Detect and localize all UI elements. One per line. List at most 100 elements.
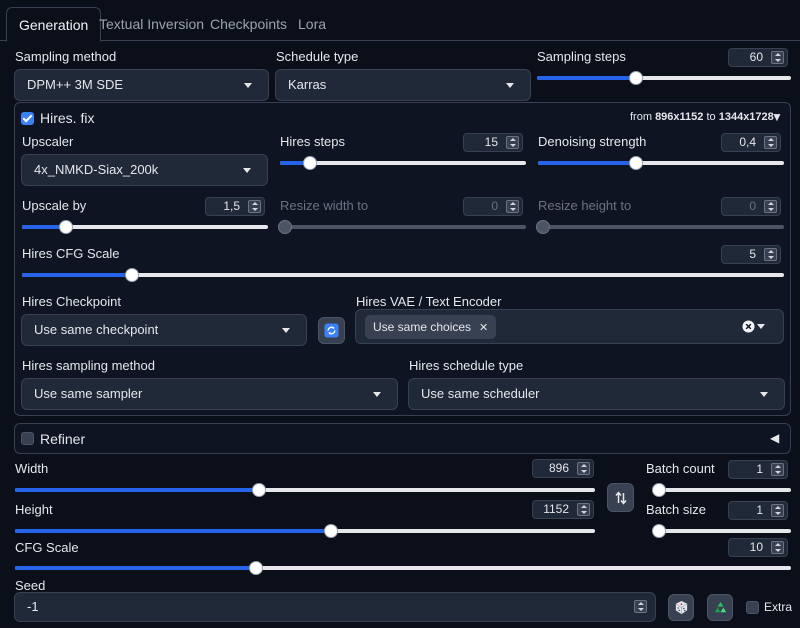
sampling-steps-slider[interactable] xyxy=(537,71,791,85)
random-seed-button[interactable] xyxy=(668,594,694,621)
slider-thumb[interactable] xyxy=(302,156,317,170)
chevron-down-icon xyxy=(373,392,381,397)
height-input[interactable]: 1152 xyxy=(532,500,594,519)
slider-thumb[interactable] xyxy=(629,71,644,85)
slider-thumb[interactable] xyxy=(324,524,339,538)
hires-checkpoint-value: Use same checkpoint xyxy=(34,322,159,337)
stepper-icon[interactable] xyxy=(771,541,784,554)
reuse-seed-button[interactable] xyxy=(707,594,733,621)
slider-fill xyxy=(537,76,637,80)
resize-width-label: Resize width to xyxy=(280,198,369,213)
seed-input[interactable]: -1 xyxy=(14,592,656,622)
upscale-by-slider[interactable] xyxy=(22,220,268,234)
sampling-method-dropdown[interactable]: DPM++ 3M SDE xyxy=(14,69,269,101)
hires-sampling-method-value: Use same sampler xyxy=(34,386,143,401)
sampling-steps-input[interactable]: 60 xyxy=(728,48,788,67)
schedule-type-dropdown[interactable]: Karras xyxy=(275,69,531,101)
refiner-checkbox[interactable] xyxy=(21,432,34,445)
cfg-scale-label: CFG Scale xyxy=(15,540,79,555)
hires-cfg-label: Hires CFG Scale xyxy=(22,246,120,261)
hires-schedule-type-label: Hires schedule type xyxy=(409,358,524,373)
stepper-icon[interactable] xyxy=(248,200,261,213)
hires-checkpoint-dropdown[interactable]: Use same checkpoint xyxy=(21,314,307,346)
tab-lora[interactable]: Lora xyxy=(286,7,338,41)
stepper-icon[interactable] xyxy=(764,248,777,261)
slider-fill xyxy=(15,566,256,570)
slider-thumb[interactable] xyxy=(248,561,263,575)
stepper-icon[interactable] xyxy=(771,504,784,517)
chevron-down-icon xyxy=(244,83,252,88)
hires-cfg-value: 5 xyxy=(749,247,756,261)
hires-cfg-input[interactable]: 5 xyxy=(721,245,781,264)
to-size: 1344x1728 xyxy=(718,111,774,123)
hires-fix-checkbox[interactable] xyxy=(21,112,34,125)
batch-size-input[interactable]: 1 xyxy=(728,501,788,520)
width-input[interactable]: 896 xyxy=(532,459,594,478)
width-slider[interactable] xyxy=(15,483,595,497)
chevron-down-icon xyxy=(282,328,290,333)
batch-size-value: 1 xyxy=(756,503,763,517)
hires-schedule-type-dropdown[interactable]: Use same scheduler xyxy=(408,378,785,410)
resize-width-input: 0 xyxy=(463,197,523,216)
resize-height-input: 0 xyxy=(721,197,781,216)
tab-textual-inversion[interactable]: Textual Inversion xyxy=(87,7,216,41)
swap-dimensions-icon xyxy=(614,490,627,505)
hires-schedule-type-value: Use same scheduler xyxy=(421,386,540,401)
stepper-icon[interactable] xyxy=(771,463,784,476)
upscaler-dropdown[interactable]: 4x_NMKD-Siax_200k xyxy=(21,154,268,186)
tab-bar: Generation Textual Inversion Checkpoints… xyxy=(0,0,800,42)
upscaler-value: 4x_NMKD-Siax_200k xyxy=(34,162,159,177)
stepper-icon[interactable] xyxy=(634,600,647,613)
stepper-icon[interactable] xyxy=(577,503,590,516)
hires-steps-slider[interactable] xyxy=(280,156,526,170)
resize-height-slider xyxy=(536,220,784,234)
slider-thumb[interactable] xyxy=(652,524,666,538)
batch-count-label: Batch count xyxy=(646,461,715,476)
stepper-icon[interactable] xyxy=(764,136,777,149)
stepper-icon[interactable] xyxy=(577,462,590,475)
hires-vae-label: Hires VAE / Text Encoder xyxy=(356,294,502,309)
stepper-icon[interactable] xyxy=(771,51,784,64)
stepper-icon xyxy=(764,200,777,213)
denoising-strength-label: Denoising strength xyxy=(538,134,647,149)
vae-chip: Use same choices ✕ xyxy=(365,315,497,339)
hires-steps-input[interactable]: 15 xyxy=(463,133,523,152)
stepper-icon[interactable] xyxy=(506,136,519,149)
clear-icon[interactable] xyxy=(742,320,755,333)
slider-thumb[interactable] xyxy=(251,483,266,497)
cfg-scale-slider[interactable] xyxy=(15,561,791,575)
batch-count-input[interactable]: 1 xyxy=(728,460,788,479)
cfg-scale-value: 10 xyxy=(749,540,763,554)
seed-label: Seed xyxy=(15,578,46,593)
batch-size-slider[interactable] xyxy=(652,524,791,538)
expand-icon[interactable]: ◀ xyxy=(770,431,779,445)
hires-size-info: from 896x1152 to 1344x1728 xyxy=(630,111,774,123)
hires-vae-multiselect[interactable]: Use same choices ✕ xyxy=(355,309,784,344)
denoising-strength-input[interactable]: 0,4 xyxy=(721,133,781,152)
height-slider[interactable] xyxy=(15,524,595,538)
sampling-steps-label: Sampling steps xyxy=(537,49,626,64)
batch-count-slider[interactable] xyxy=(652,483,791,497)
hires-steps-label: Hires steps xyxy=(280,134,346,149)
hires-sampling-method-dropdown[interactable]: Use same sampler xyxy=(21,378,398,410)
extra-label: Extra xyxy=(764,600,793,614)
extra-checkbox[interactable] xyxy=(746,601,759,614)
refresh-button[interactable] xyxy=(318,317,345,344)
slider-thumb[interactable] xyxy=(652,483,666,497)
denoising-strength-slider[interactable] xyxy=(538,156,784,170)
schedule-type-label: Schedule type xyxy=(276,49,359,64)
collapse-icon[interactable]: ▼ xyxy=(771,110,783,124)
denoising-strength-value: 0,4 xyxy=(739,135,756,149)
sampling-method-label: Sampling method xyxy=(15,49,117,64)
chip-remove-icon[interactable]: ✕ xyxy=(479,322,488,334)
cfg-scale-input[interactable]: 10 xyxy=(728,538,788,557)
tab-checkpoints[interactable]: Checkpoints xyxy=(198,7,299,41)
hires-cfg-slider[interactable] xyxy=(22,268,784,282)
swap-dimensions-button[interactable] xyxy=(607,483,634,512)
chevron-down-icon xyxy=(243,168,251,173)
height-value: 1152 xyxy=(543,502,569,516)
slider-fill xyxy=(15,488,259,492)
upscale-by-input[interactable]: 1,5 xyxy=(205,197,265,216)
chevron-down-icon xyxy=(506,83,514,88)
resize-width-value: 0 xyxy=(491,199,498,213)
